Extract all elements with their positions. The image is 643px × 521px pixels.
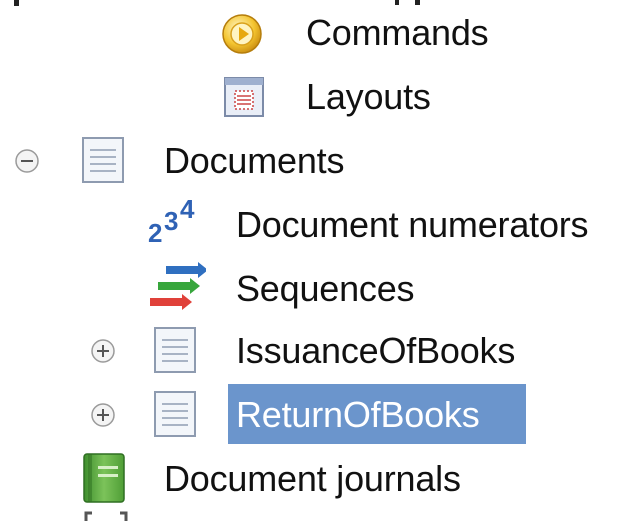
commands-icon [222,14,262,54]
cropped-text-fragment [14,0,19,6]
svg-text:4: 4 [180,198,195,224]
svg-text:3: 3 [164,206,178,236]
document-icon [82,137,124,183]
tree-item-label: Layouts [306,76,431,117]
document-icon [154,327,196,373]
tree-item-label: Documents [164,140,345,181]
tree-item-label: ReturnOfBooks [236,394,480,435]
layout-icon [224,77,264,117]
numerator-icon: 2 3 4 [148,198,195,248]
expand-icon[interactable] [90,338,116,364]
expand-icon[interactable] [90,402,116,428]
metadata-tree: Commands Layouts Documents 2 3 4 Documen… [0,0,643,521]
cropped-icon-fragment [84,511,128,521]
sequence-icon [150,262,206,310]
tree-item-label: IssuanceOfBooks [236,330,516,371]
tree-item-label: Commands [306,12,489,53]
cropped-text-fragment [395,0,420,5]
journal-icon [83,453,125,503]
document-icon [154,391,196,437]
tree-item-label: Document numerators [236,204,589,245]
tree-item-label: Document journals [164,458,461,499]
svg-text:2: 2 [148,218,162,248]
tree-item-label: Sequences [236,268,415,309]
collapse-icon[interactable] [14,148,40,174]
